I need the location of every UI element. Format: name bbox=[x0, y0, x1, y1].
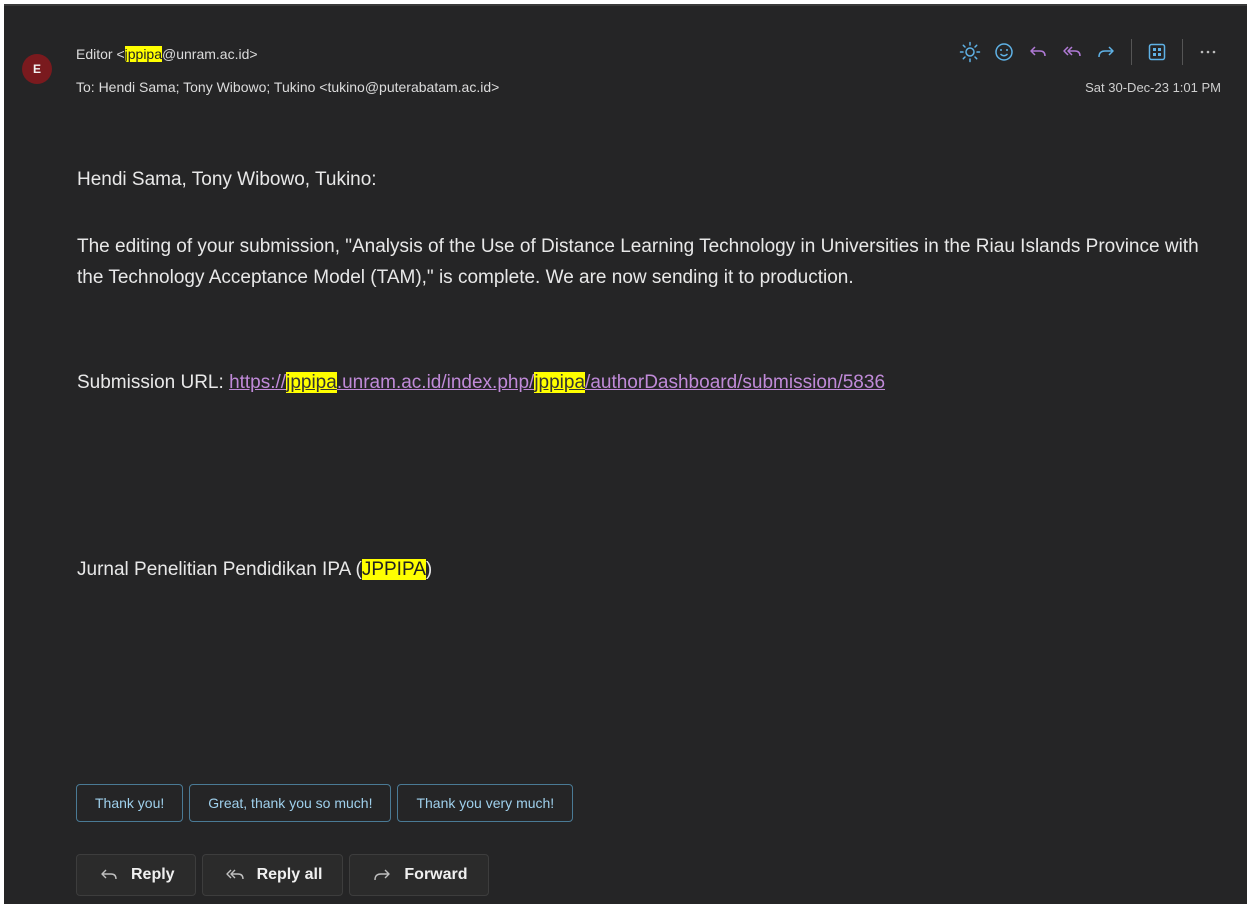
apps-icon[interactable] bbox=[1140, 36, 1174, 68]
message-toolbar bbox=[953, 36, 1225, 68]
reply-actions: Reply Reply all Forward bbox=[76, 854, 489, 896]
sender-line[interactable]: Editor <jppipa@unram.ac.id> bbox=[76, 46, 258, 62]
emoji-icon[interactable] bbox=[987, 36, 1021, 68]
submission-url-line: Submission URL: https://jppipa.unram.ac.… bbox=[77, 367, 1207, 398]
url-part: .unram.ac.id/index.php/ bbox=[336, 372, 535, 393]
sender-suffix: @unram.ac.id> bbox=[162, 46, 258, 62]
sender-prefix: Editor < bbox=[76, 46, 125, 62]
reply-icon bbox=[101, 869, 117, 880]
reply-button[interactable]: Reply bbox=[76, 854, 196, 896]
signature: Jurnal Penelitian Pendidikan IPA (JPPIPA… bbox=[77, 554, 1207, 585]
reply-all-icon bbox=[225, 869, 244, 880]
url-label: Submission URL: bbox=[77, 372, 230, 393]
brightness-icon[interactable] bbox=[953, 36, 987, 68]
suggested-reply-chip[interactable]: Thank you! bbox=[76, 784, 184, 822]
forward-button[interactable]: Forward bbox=[349, 854, 489, 896]
reply-all-icon[interactable] bbox=[1055, 36, 1089, 68]
suggested-reply-chip[interactable]: Thank you very much! bbox=[397, 784, 574, 822]
reply-all-label: Reply all bbox=[256, 866, 323, 883]
signature-highlight: JPPIPA bbox=[361, 559, 426, 580]
url-part: https:// bbox=[229, 372, 287, 393]
forward-icon[interactable] bbox=[1089, 36, 1123, 68]
message-timestamp: Sat 30-Dec-23 1:01 PM bbox=[1085, 80, 1221, 95]
reply-icon[interactable] bbox=[1021, 36, 1055, 68]
suggested-reply-chip[interactable]: Great, thank you so much! bbox=[189, 784, 392, 822]
sender-highlight: jppipa bbox=[124, 46, 163, 62]
forward-icon bbox=[374, 869, 391, 881]
url-highlight: jppipa bbox=[534, 372, 586, 393]
signature-prefix: Jurnal Penelitian Pendidikan IPA ( bbox=[77, 559, 362, 580]
toolbar-divider bbox=[1182, 39, 1183, 65]
url-part: /authorDashboard/submission/5836 bbox=[585, 372, 886, 393]
submission-link[interactable]: https://jppipa.unram.ac.id/index.php/jpp… bbox=[229, 372, 885, 393]
reply-label: Reply bbox=[131, 866, 175, 883]
reading-pane: E Editor <jppipa@unram.ac.id> To: Hendi … bbox=[4, 4, 1247, 904]
toolbar-divider bbox=[1131, 39, 1132, 65]
reply-all-button[interactable]: Reply all bbox=[201, 854, 344, 896]
message-paragraph: The editing of your submission, "Analysi… bbox=[77, 236, 1199, 288]
url-highlight: jppipa bbox=[286, 372, 337, 393]
more-icon[interactable] bbox=[1191, 36, 1225, 68]
suggested-replies: Thank you! Great, thank you so much! Tha… bbox=[76, 784, 574, 822]
greeting: Hendi Sama, Tony Wibowo, Tukino: bbox=[77, 169, 377, 190]
avatar-letter: E bbox=[32, 62, 41, 76]
signature-suffix: ) bbox=[425, 559, 433, 580]
recipients-line[interactable]: To: Hendi Sama; Tony Wibowo; Tukino <tuk… bbox=[76, 79, 499, 95]
forward-label: Forward bbox=[404, 866, 468, 883]
avatar[interactable]: E bbox=[22, 54, 52, 84]
window-frame: E Editor <jppipa@unram.ac.id> To: Hendi … bbox=[0, 0, 1250, 904]
